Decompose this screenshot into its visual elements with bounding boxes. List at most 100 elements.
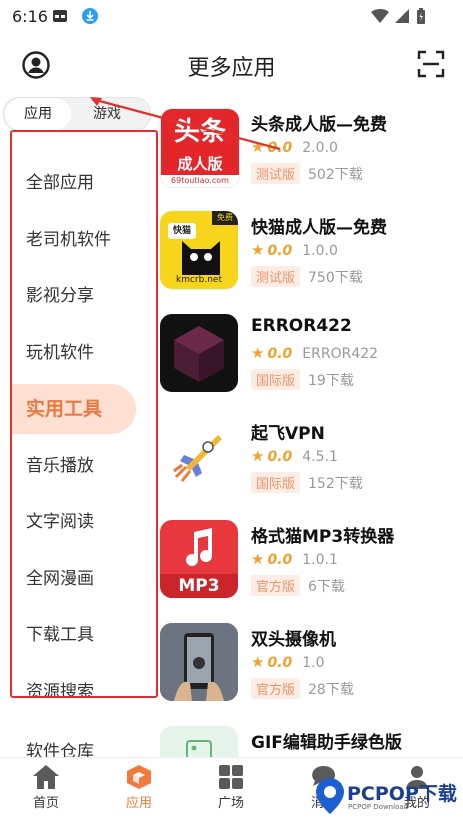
icon-text: 头条	[161, 109, 239, 155]
category-music[interactable]: 音乐播放	[10, 441, 156, 491]
category-download-tools[interactable]: 下载工具	[10, 610, 156, 660]
camera-photo-graphic	[160, 623, 238, 701]
category-utilities[interactable]: 实用工具	[10, 384, 136, 434]
tag-row: 官方版 6下载	[251, 575, 345, 596]
rocket-icon	[160, 417, 238, 495]
tag-row: 测试版 502下载	[251, 163, 363, 184]
category-tabs: 应用 游戏	[3, 97, 151, 131]
category-phone-tweaks[interactable]: 玩机软件	[10, 328, 156, 378]
list-item[interactable]: 快猫 免费 kmcrb.net 快猫成人版—免费 ★ 0.0 1.0.0 测试版 75…	[160, 203, 460, 306]
rating-row: ★ 0.0 4.5.1	[251, 447, 338, 465]
kuaimao-cat-icon: 快猫 免费 kmcrb.net	[160, 211, 238, 289]
nav-label: 广场	[217, 796, 244, 811]
star-icon: ★	[251, 138, 265, 156]
icon-corner: 免费	[212, 211, 238, 225]
category-resource-search[interactable]: 资源搜索	[10, 667, 156, 698]
app-version: 4.5.1	[302, 449, 338, 465]
star-icon: ★	[251, 241, 265, 259]
app-score: 0.0	[267, 346, 293, 362]
app-name: GIF编辑助手绿色版	[251, 733, 402, 753]
grid-icon	[219, 765, 243, 789]
app-version: 2.0.0	[302, 140, 338, 156]
rating-row: ★ 0.0 1.0	[251, 653, 325, 671]
app-name: 双头摄像机	[251, 630, 336, 650]
wifi-icon	[371, 9, 389, 23]
download-notification-icon	[82, 8, 98, 24]
app-downloads: 28下载	[308, 682, 354, 698]
category-reading[interactable]: 文字阅读	[10, 497, 156, 547]
rating-row: ★ 0.0 2.0.0	[251, 138, 338, 156]
app-downloads: 152下载	[308, 476, 363, 492]
app-score: 0.0	[267, 655, 293, 671]
list-item[interactable]: 头条 成人版 69toutiao.com 头条成人版—免费 ★ 0.0 2.0.0 …	[160, 100, 460, 203]
nav-apps[interactable]: 应用	[104, 764, 174, 811]
star-icon: ★	[251, 550, 265, 568]
rating-row: ★ 0.0 1.0.0	[251, 241, 338, 259]
app-tag: 官方版	[251, 678, 301, 699]
tag-row: 测试版 750下载	[251, 266, 363, 287]
map-pin-logo-icon	[316, 778, 344, 814]
home-icon	[33, 765, 59, 789]
error-cube-icon	[160, 314, 238, 392]
app-score: 0.0	[267, 140, 293, 156]
nav-label: 应用	[125, 796, 152, 811]
star-icon: ★	[251, 653, 265, 671]
tag-row: 官方版 28下载	[251, 678, 354, 699]
app-tag: 官方版	[251, 575, 301, 596]
icon-text: MP3	[160, 574, 238, 598]
mp3-music-icon: MP3	[160, 520, 238, 598]
app-score: 0.0	[267, 552, 293, 568]
app-downloads: 502下载	[308, 167, 363, 183]
icon-url: 69toutiao.com	[171, 176, 229, 185]
list-item[interactable]: MP3 格式猫MP3转换器 ★ 0.0 1.0.1 官方版 6下载	[160, 512, 460, 615]
app-score: 0.0	[267, 449, 293, 465]
nav-square[interactable]: 广场	[196, 764, 266, 811]
signal-icon	[395, 9, 409, 23]
icon-subtext: 成人版	[161, 155, 239, 175]
tag-row: 国际版 19下载	[251, 369, 354, 390]
watermark-subtext: PCPOP Download	[348, 803, 409, 811]
page-title: 更多应用	[187, 56, 276, 81]
rating-row: ★ 0.0 ERROR422	[251, 344, 378, 362]
icon-url: kmcrb.net	[176, 275, 222, 285]
status-bar: 6:16	[0, 0, 463, 32]
app-name: ERROR422	[251, 316, 352, 336]
tab-apps[interactable]: 应用	[5, 98, 71, 130]
list-item[interactable]: ERROR422 ★ 0.0 ERROR422 国际版 19下载	[160, 306, 460, 409]
category-veteran-software[interactable]: 老司机软件	[10, 215, 156, 265]
pcpop-watermark: PCPOP下载 PCPOP Download	[312, 773, 462, 819]
app-version: 1.0	[302, 655, 325, 671]
app-downloads: 19下载	[308, 373, 354, 389]
category-sidebar: 全部应用 老司机软件 影视分享 玩机软件 实用工具 音乐播放 文字阅读 全网漫画…	[10, 130, 156, 698]
scan-icon[interactable]	[417, 50, 445, 78]
cube-graphic	[174, 326, 224, 382]
category-all-apps[interactable]: 全部应用	[10, 158, 156, 208]
app-downloads: 6下载	[308, 579, 345, 595]
rocket-graphic	[173, 435, 222, 482]
music-note-icon	[186, 528, 213, 567]
app-version: ERROR422	[302, 346, 379, 362]
toutiao-icon: 头条 成人版 69toutiao.com	[160, 108, 240, 188]
list-item[interactable]: 双头摄像机 ★ 0.0 1.0 官方版 28下载	[160, 615, 460, 718]
battery-icon	[417, 8, 425, 24]
app-name: 格式猫MP3转换器	[251, 527, 395, 547]
app-tag: 测试版	[251, 163, 301, 184]
category-video-share[interactable]: 影视分享	[10, 271, 156, 321]
list-item[interactable]: 起飞VPN ★ 0.0 4.5.1 国际版 152下载	[160, 409, 460, 512]
star-icon: ★	[251, 447, 265, 465]
watermark-text: PCPOP下载	[347, 783, 457, 805]
nav-label: 首页	[32, 796, 59, 811]
app-name: 起飞VPN	[251, 424, 325, 444]
app-downloads: 750下载	[308, 270, 363, 286]
app-name: 快猫成人版—免费	[251, 218, 387, 238]
rating-row: ★ 0.0 1.0.1	[251, 550, 338, 568]
tag-row: 国际版 152下载	[251, 472, 363, 493]
cat-silhouette-icon	[182, 241, 220, 275]
app-tag: 国际版	[251, 472, 301, 493]
category-comics[interactable]: 全网漫画	[10, 554, 156, 604]
app-version: 1.0.1	[302, 552, 338, 568]
star-icon: ★	[251, 344, 265, 362]
tab-games[interactable]: 游戏	[74, 98, 140, 130]
nav-home[interactable]: 首页	[11, 764, 81, 811]
app-score: 0.0	[267, 243, 293, 259]
